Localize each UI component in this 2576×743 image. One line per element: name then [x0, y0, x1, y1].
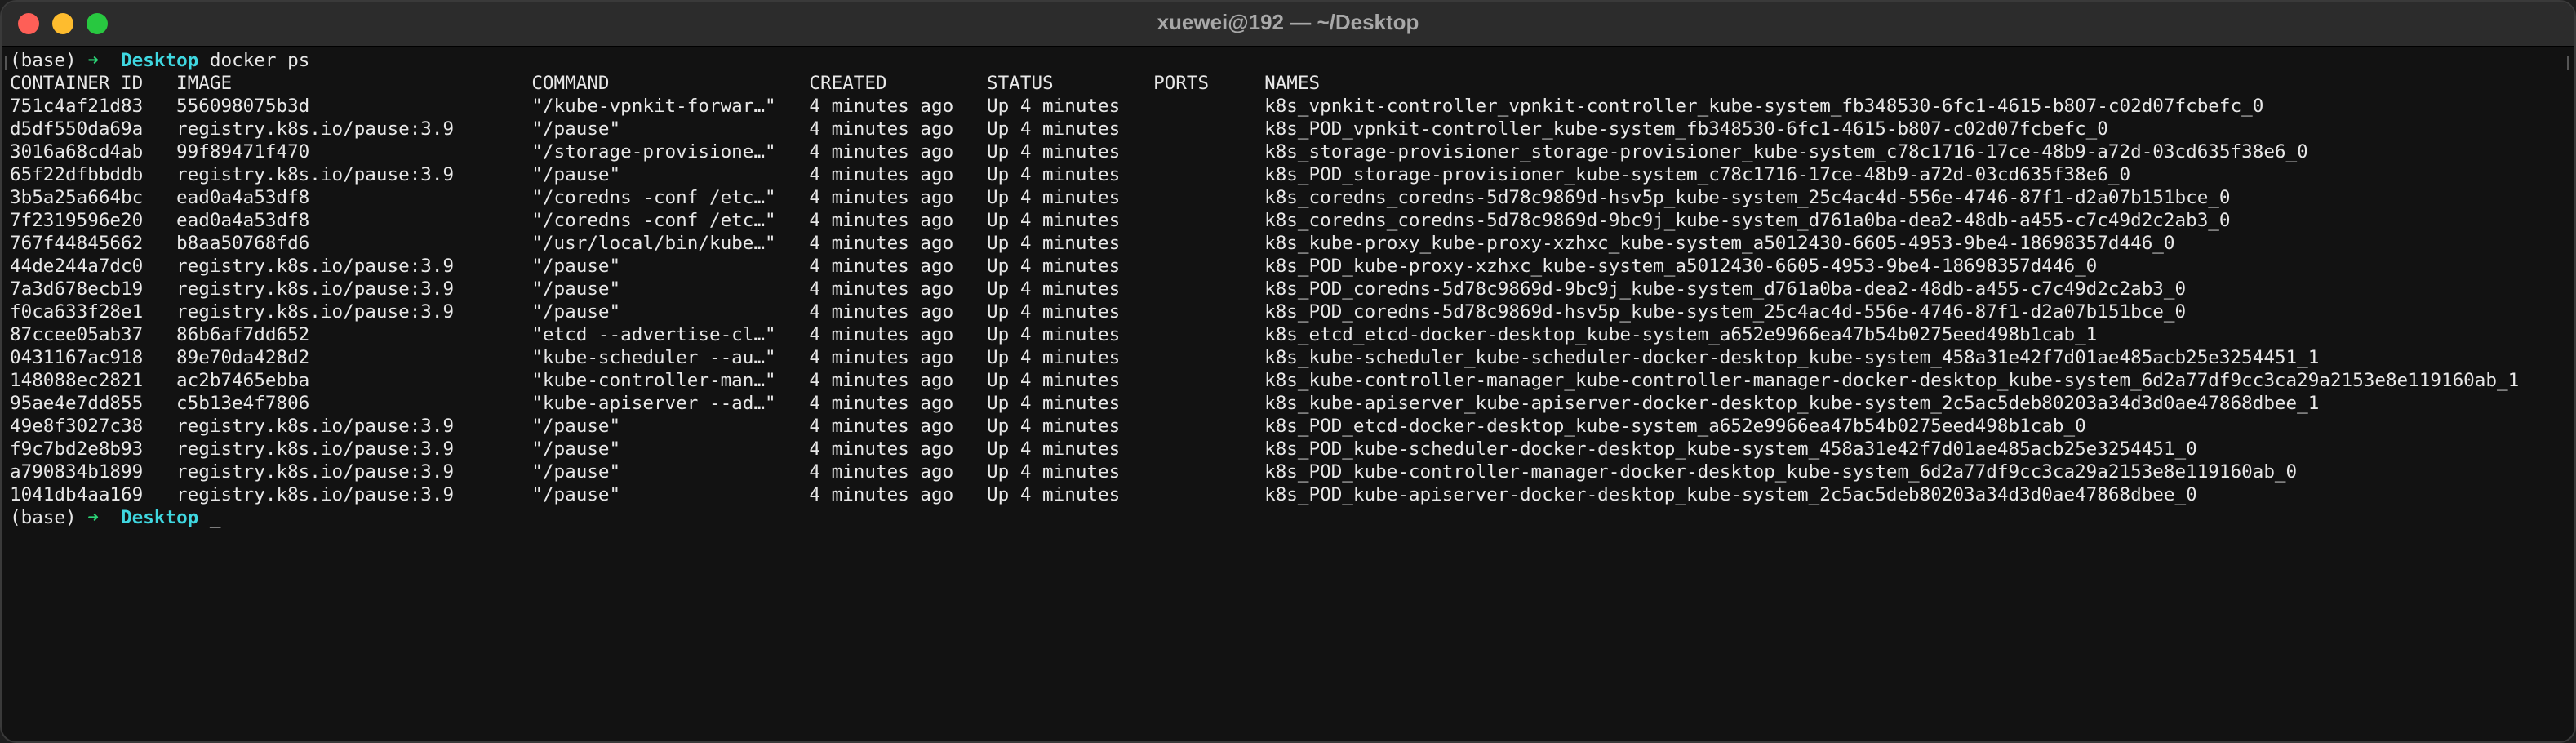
- table-row: d5df550da69a registry.k8s.io/pause:3.9 "…: [10, 118, 2108, 140]
- table-header: CONTAINER ID IMAGE COMMAND CREATED STATU…: [10, 73, 1321, 94]
- table-row: f0ca633f28e1 registry.k8s.io/pause:3.9 "…: [10, 301, 2187, 323]
- table-row: 7a3d678ecb19 registry.k8s.io/pause:3.9 "…: [10, 278, 2187, 300]
- table-row: 49e8f3027c38 registry.k8s.io/pause:3.9 "…: [10, 416, 2086, 437]
- table-row: 3016a68cd4ab 99f89471f470 "/storage-prov…: [10, 141, 2308, 162]
- prompt-directory: Desktop: [121, 507, 199, 528]
- table-row: 65f22dfbbddb registry.k8s.io/pause:3.9 "…: [10, 164, 2131, 185]
- table-row: 767f44845662 b8aa50768fd6 "/usr/local/bi…: [10, 233, 2175, 254]
- table-row: 7f2319596e20 ead0a4a53df8 "/coredns -con…: [10, 210, 2231, 231]
- window-title: xuewei@192 — ~/Desktop: [1157, 10, 1419, 34]
- prompt-directory: Desktop: [121, 50, 199, 71]
- table-row: 87ccee05ab37 86b6af7dd652 "etcd --advert…: [10, 324, 2098, 345]
- prompt-line-1: (base) ➜ Desktop docker ps: [10, 49, 2566, 72]
- table-row: 44de244a7dc0 registry.k8s.io/pause:3.9 "…: [10, 256, 2098, 277]
- prompt-arrow-icon: ➜: [87, 507, 99, 528]
- conda-env: (base): [10, 50, 77, 71]
- text-cursor: _: [209, 507, 221, 528]
- table-row: 95ae4e7dd855 c5b13e4f7806 "kube-apiserve…: [10, 393, 2320, 414]
- prompt-arrow-icon: ➜: [87, 50, 99, 71]
- terminal-output[interactable]: (base) ➜ Desktop docker ps CONTAINER ID …: [2, 49, 2574, 741]
- table-row: a790834b1899 registry.k8s.io/pause:3.9 "…: [10, 461, 2298, 483]
- title-bar[interactable]: xuewei@192 — ~/Desktop: [2, 2, 2574, 47]
- table-row: 1041db4aa169 registry.k8s.io/pause:3.9 "…: [10, 484, 2197, 505]
- prompt-line-2: (base) ➜ Desktop _: [10, 506, 2566, 529]
- terminal-window: xuewei@192 — ~/Desktop (base) ➜ Desktop …: [0, 0, 2576, 743]
- table-row: 3b5a25a664bc ead0a4a53df8 "/coredns -con…: [10, 187, 2231, 208]
- conda-env: (base): [10, 507, 77, 528]
- table-row: 148088ec2821 ac2b7465ebba "kube-controll…: [10, 370, 2520, 391]
- table-row: f9c7bd2e8b93 registry.k8s.io/pause:3.9 "…: [10, 438, 2197, 460]
- table-row: 0431167ac918 89e70da428d2 "kube-schedule…: [10, 347, 2320, 368]
- command-text: docker ps: [209, 50, 310, 71]
- table-row: 751c4af21d83 556098075b3d "/kube-vpnkit-…: [10, 96, 2264, 117]
